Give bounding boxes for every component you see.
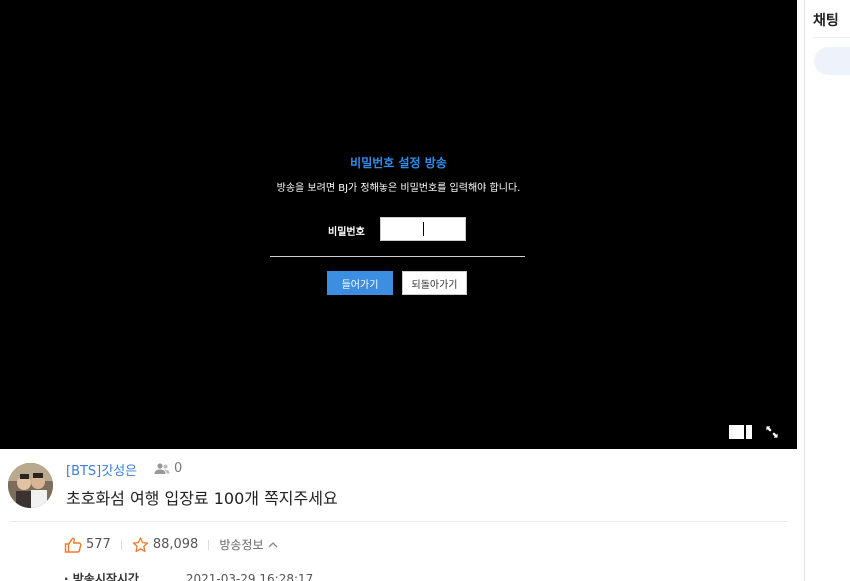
stats-separator [208,539,210,550]
chat-title: 채팅 [813,13,839,29]
thumbs-up-icon [64,537,82,553]
chat-divider [813,37,850,38]
chat-message-bubble [814,47,850,75]
start-time-value: 2021-03-29 16:28:17 [185,572,314,581]
bj-name-link[interactable]: [BTS]갓성은 [66,460,137,479]
password-dialog-description: 방송을 보려면 BJ가 정해놓은 비밀번호를 입력해야 합니다. [276,183,521,194]
stats-separator [120,539,122,550]
chevron-up-icon [268,541,277,547]
star-icon [132,536,149,552]
dialog-divider [270,256,525,257]
back-button[interactable]: 되돌아가기 [402,271,467,295]
start-time-label: · 방송시작시간 [64,572,139,581]
viewer-count-value: 0 [174,461,183,476]
broadcast-title: 초호화섬 여행 입장료 100개 쪽지주세요 [66,489,338,508]
password-label: 비밀번호 [328,227,365,238]
fullscreen-icon[interactable] [764,424,780,440]
broadcast-info-label: 방송정보 [219,538,264,552]
info-divider [10,521,787,522]
broadcast-stats: 577 88,098 방송정보 [64,536,278,553]
users-icon [154,462,170,474]
favorite-count: 88,098 [152,537,199,552]
enter-button[interactable]: 들어가기 [327,271,393,295]
password-dialog-title: 비밀번호 설정 방송 [350,156,447,170]
chat-panel: 채팅 [804,0,850,581]
layout-toggle-icon[interactable] [729,425,752,439]
password-dialog: 비밀번호 설정 방송 방송을 보려면 BJ가 정해놓은 비밀번호를 입력해야 합… [0,0,797,449]
viewer-count: 0 [154,461,182,476]
text-caret [423,222,424,236]
like-count: 577 [86,537,111,552]
video-player[interactable]: 비밀번호 설정 방송 방송을 보려면 BJ가 정해놓은 비밀번호를 입력해야 합… [0,0,797,449]
favorite-button[interactable]: 88,098 [132,536,199,553]
like-button[interactable]: 577 [64,537,111,553]
start-time-row: · 방송시작시간 2021-03-29 16:28:17 [64,570,313,581]
broadcast-info-toggle[interactable]: 방송정보 [219,536,277,553]
avatar[interactable] [8,463,53,508]
